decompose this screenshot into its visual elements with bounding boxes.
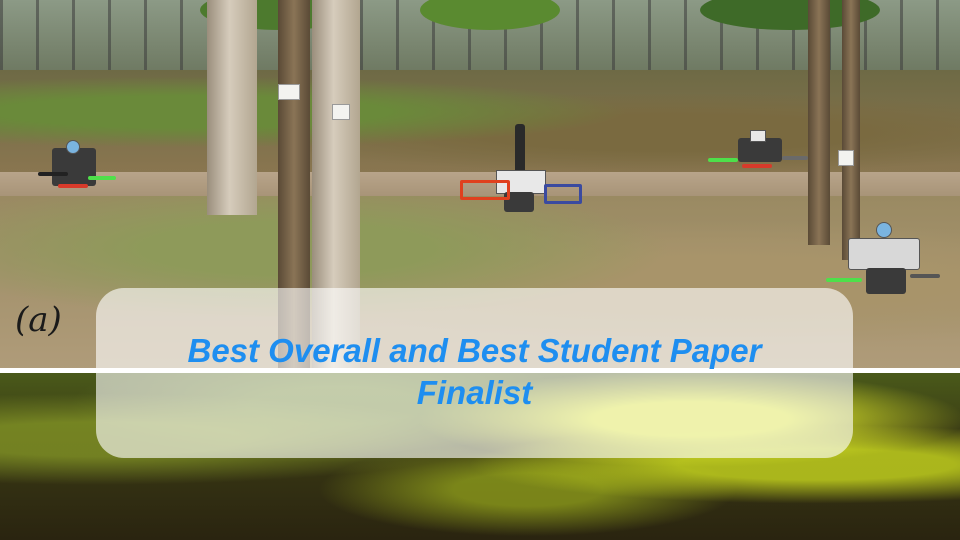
tree-trunk: [207, 0, 257, 215]
tree-trunk: [842, 0, 860, 260]
tree-tag: [332, 104, 350, 120]
panel-label: (a): [15, 300, 62, 340]
drone-center: [460, 124, 582, 216]
tree-trunk: [808, 0, 830, 245]
drone-right-upper: [708, 128, 808, 174]
award-banner-text: Best Overall and Best Student Paper Fina…: [96, 330, 853, 414]
drone-left: [38, 128, 118, 194]
drone-right-lower: [826, 222, 942, 302]
award-line-1: Best Overall and Best Student Paper: [187, 332, 762, 369]
tree-tag: [838, 150, 854, 166]
tree-tag: [278, 84, 300, 100]
award-line-2: Finalist: [416, 374, 533, 411]
